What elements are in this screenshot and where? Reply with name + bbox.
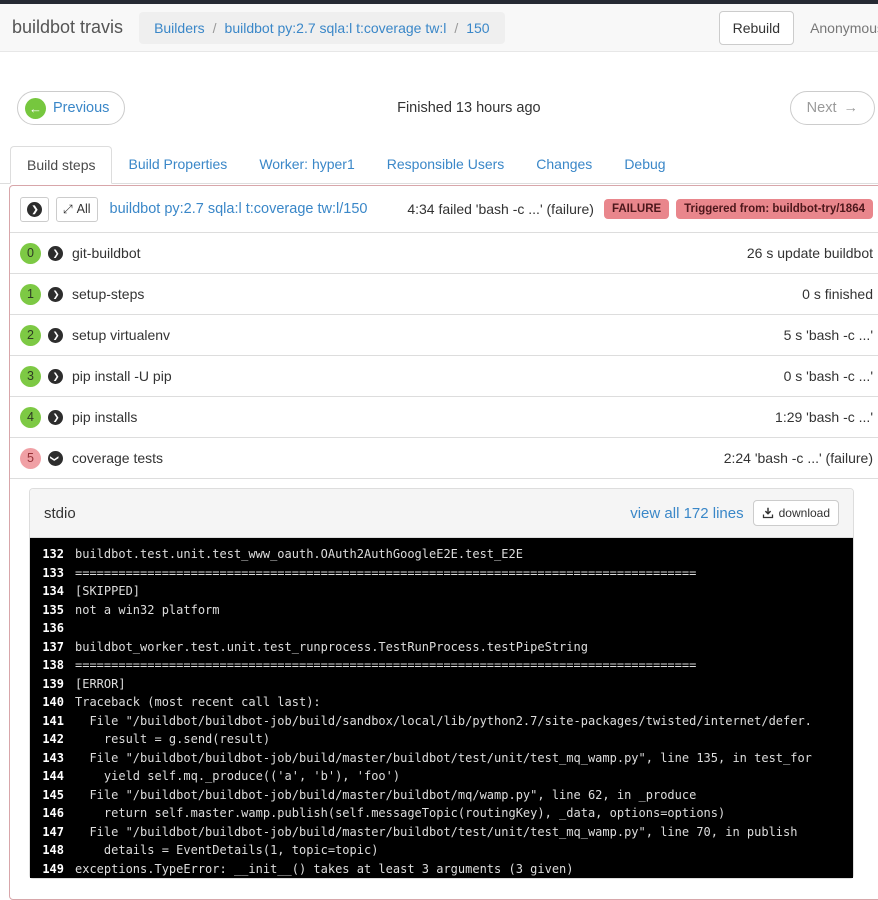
stdio-log-title: stdio	[44, 504, 76, 522]
tab-debug[interactable]: Debug	[608, 146, 681, 184]
step-expand-chevron-icon[interactable]: ❯	[48, 450, 63, 466]
next-label: Next	[806, 100, 837, 116]
step-number-badge: 5	[20, 447, 41, 469]
build-step-row[interactable]: 3 ❯ pip install -U pip 0 s 'bash -c ...'	[10, 355, 878, 396]
step-name[interactable]: coverage tests	[72, 450, 163, 466]
step-name[interactable]: pip installs	[72, 409, 137, 425]
step-duration-status: 2:24 'bash -c ...' (failure)	[723, 450, 873, 466]
log-line: 134 [SKIPPED]	[42, 584, 141, 598]
step-name[interactable]: setup virtualenv	[72, 327, 170, 343]
step-number-badge: 1	[20, 283, 41, 305]
log-line: 132 buildbot.test.unit.test_www_oauth.OAu…	[42, 547, 523, 561]
stdio-log-panel: stdio view all 172 lines download 132 bui…	[29, 488, 854, 879]
breadcrumb: Builders / buildbot py:2.7 sqla:l t:cove…	[139, 11, 505, 44]
rebuild-button[interactable]: Rebuild	[718, 10, 795, 45]
step-duration-status: 0 s finished	[802, 286, 873, 302]
download-button[interactable]: download	[752, 500, 839, 526]
step-number-badge: 2	[20, 324, 41, 346]
breadcrumb-separator: /	[212, 19, 217, 36]
log-line: 139 [ERROR]	[42, 676, 126, 691]
build-steps-list: 0 ❯ git-buildbot 26 s update buildbot 1 …	[10, 232, 878, 478]
step-name[interactable]: pip install -U pip	[72, 368, 172, 384]
log-line: 135 not a win32 platform	[42, 602, 220, 617]
view-all-lines-link[interactable]: view all 172 lines	[630, 505, 743, 522]
build-tabs: Build steps Build Properties Worker: hyp…	[0, 146, 878, 184]
expand-all-icon: ⤢	[63, 201, 73, 216]
stdio-header-actions: view all 172 lines download	[630, 500, 839, 526]
expand-all-button[interactable]: ⤢ All	[56, 196, 98, 222]
step-name[interactable]: setup-steps	[72, 286, 144, 302]
build-step-row[interactable]: 0 ❯ git-buildbot 26 s update buildbot	[10, 232, 878, 273]
tab-changes[interactable]: Changes	[520, 146, 608, 184]
step-number-badge: 4	[20, 406, 41, 428]
stdio-log-header: stdio view all 172 lines download	[30, 489, 853, 538]
build-step-row[interactable]: 4 ❯ pip installs 1:29 'bash -c ...'	[10, 396, 878, 437]
step-duration-status: 5 s 'bash -c ...'	[783, 327, 873, 343]
step-duration-status: 1:29 'bash -c ...'	[775, 409, 873, 425]
log-line: 140 Traceback (most recent call last):	[42, 695, 321, 709]
step-expand-chevron-icon[interactable]: ❯	[48, 327, 63, 343]
summary-status-text: 4:34 failed 'bash -c ...' (failure)	[407, 201, 594, 217]
log-line: 137 buildbot_worker.test.unit.test_runpro…	[42, 639, 588, 654]
build-step-row[interactable]: 5 ❯ coverage tests 2:24 'bash -c ...' (f…	[10, 437, 878, 478]
step-expand-chevron-icon[interactable]: ❯	[48, 286, 63, 302]
log-line: 144 yield self.mq._produce(('a', 'b'), '…	[42, 769, 401, 783]
build-pager: ← Previous Finished 13 hours ago Next →	[0, 91, 878, 125]
tab-build-properties[interactable]: Build Properties	[112, 146, 243, 184]
step-expand-chevron-icon[interactable]: ❯	[48, 409, 63, 425]
download-icon	[762, 507, 773, 519]
expand-all-label: All	[76, 202, 91, 216]
log-line: 145 File "/buildbot/buildbot-job/build/m…	[42, 787, 697, 802]
chevron-circle-right-icon: ❯	[27, 201, 42, 217]
log-line: 136	[42, 621, 64, 635]
step-duration-status: 26 s update buildbot	[746, 245, 873, 261]
breadcrumb-separator: /	[454, 19, 459, 36]
previous-label: Previous	[53, 100, 110, 116]
tab-worker[interactable]: Worker: hyper1	[243, 146, 370, 184]
failure-badge: FAILURE	[603, 199, 670, 219]
log-line: 138 =====================================…	[42, 658, 697, 672]
build-step-row[interactable]: 1 ❯ setup-steps 0 s finished	[10, 273, 878, 314]
log-line: 141 File "/buildbot/buildbot-job/build/s…	[42, 713, 812, 728]
next-build-button[interactable]: Next →	[789, 91, 875, 125]
log-line: 143 File "/buildbot/buildbot-job/build/m…	[42, 750, 812, 765]
stdio-log-terminal[interactable]: 132 buildbot.test.unit.test_www_oauth.OAu…	[30, 538, 853, 878]
triggered-from-badge[interactable]: Triggered from: buildbot-try/1864	[676, 199, 873, 219]
log-line: 146 return self.master.wamp.publish(self…	[42, 806, 726, 820]
builder-build-link[interactable]: buildbot py:2.7 sqla:l t:coverage tw:l/1…	[110, 201, 368, 217]
tab-responsible-users[interactable]: Responsible Users	[371, 146, 521, 184]
step-expand-chevron-icon[interactable]: ❯	[48, 368, 63, 384]
tab-build-steps[interactable]: Build steps	[10, 146, 113, 184]
step-name[interactable]: git-buildbot	[72, 245, 141, 261]
app-brand[interactable]: buildbot travis	[12, 17, 123, 38]
collapse-summary-button[interactable]: ❯	[20, 196, 49, 222]
expanded-step-content: stdio view all 172 lines download 132 bui…	[10, 478, 878, 899]
log-line: 142 result = g.send(result)	[42, 732, 271, 746]
breadcrumb-builders-link[interactable]: Builders	[154, 20, 205, 36]
step-duration-status: 0 s 'bash -c ...'	[783, 368, 873, 384]
log-line: 147 File "/buildbot/buildbot-job/build/m…	[42, 824, 798, 839]
navbar: buildbot travis Builders / buildbot py:2…	[0, 4, 878, 52]
download-label: download	[778, 506, 830, 520]
build-steps-panel: ❯ ⤢ All buildbot py:2.7 sqla:l t:coverag…	[9, 185, 878, 900]
right-arrow-icon: →	[843, 100, 859, 116]
user-menu[interactable]: Anonymous	[810, 20, 878, 36]
build-finished-status: Finished 13 hours ago	[397, 100, 541, 116]
previous-build-button[interactable]: ← Previous	[17, 91, 126, 125]
step-number-badge: 0	[20, 242, 41, 264]
build-step-row[interactable]: 2 ❯ setup virtualenv 5 s 'bash -c ...'	[10, 314, 878, 355]
step-expand-chevron-icon[interactable]: ❯	[48, 245, 63, 261]
breadcrumb-build-number[interactable]: 150	[466, 20, 489, 36]
build-summary-row: ❯ ⤢ All buildbot py:2.7 sqla:l t:coverag…	[10, 186, 878, 232]
log-line: 148 details = EventDetails(1, topic=topi…	[42, 843, 379, 857]
log-line: 133 =====================================…	[42, 565, 697, 580]
breadcrumb-builder-link[interactable]: buildbot py:2.7 sqla:l t:coverage tw:l	[225, 20, 447, 36]
step-number-badge: 3	[20, 365, 41, 387]
left-arrow-icon: ←	[25, 97, 46, 119]
